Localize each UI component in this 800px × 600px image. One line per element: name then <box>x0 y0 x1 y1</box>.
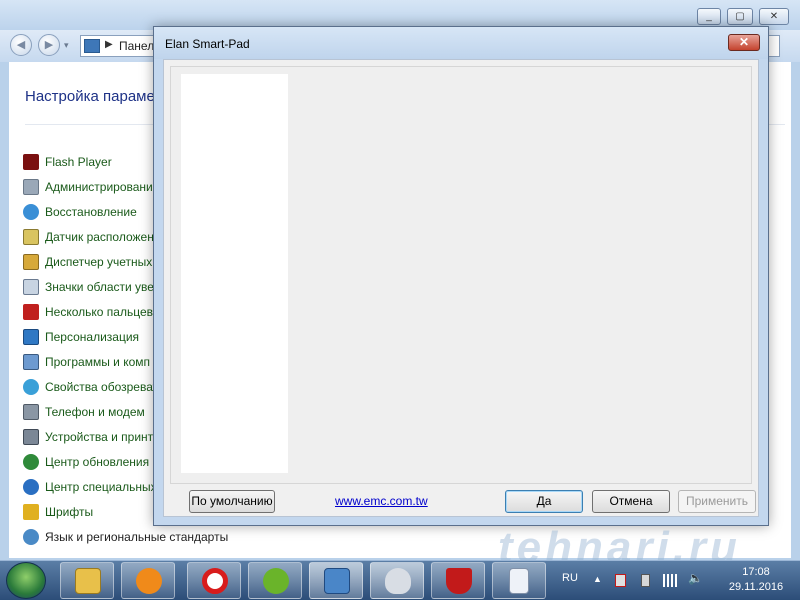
settings-panel <box>170 66 752 484</box>
defaults-button[interactable]: По умолчанию <box>189 490 275 513</box>
folder-icon <box>75 568 101 594</box>
cp-item-devices-printers[interactable]: Устройства и принт <box>23 427 153 447</box>
multi-finger-icon <box>23 304 39 320</box>
fonts-icon <box>23 504 39 520</box>
page-title: Настройка параме <box>25 88 155 105</box>
taskbar-media-player[interactable] <box>121 562 175 599</box>
forward-icon[interactable]: ▶ <box>38 34 60 56</box>
cp-item-notification-icons[interactable]: Значки области уве <box>23 277 154 297</box>
minimize-button[interactable]: _ <box>697 8 721 25</box>
notification-icons-icon <box>23 279 39 295</box>
dialog-close-button[interactable]: ✕ <box>728 34 760 51</box>
recent-pages-icon[interactable]: ▾ <box>64 40 74 50</box>
opera-icon <box>202 568 228 594</box>
windows-update-icon <box>23 454 39 470</box>
cancel-button[interactable]: Отмена <box>592 490 670 513</box>
utorrent-icon <box>263 568 289 594</box>
language-indicator[interactable]: RU <box>562 572 578 584</box>
maximize-button[interactable]: ▢ <box>727 8 753 25</box>
wifi-signal-icon[interactable] <box>663 574 677 587</box>
action-center-icon[interactable] <box>615 574 626 587</box>
cp-item-flash-player[interactable]: Flash Player <box>23 152 112 172</box>
clock-time: 17:08 <box>742 566 770 578</box>
media-player-icon <box>136 568 162 594</box>
taskbar-control-panel[interactable] <box>309 562 363 599</box>
cp-item-programs-features[interactable]: Программы и комп <box>23 352 150 372</box>
cp-item-internet-options[interactable]: Свойства обозреват <box>23 377 158 397</box>
taskbar-mouse-settings[interactable] <box>370 562 424 599</box>
phone-modem-icon <box>23 404 39 420</box>
breadcrumb-chevron-icon: ▶ <box>105 39 113 50</box>
personalization-icon <box>23 329 39 345</box>
cp-item-ease-of-access[interactable]: Центр специальных <box>23 477 157 497</box>
region-language-icon <box>23 529 39 545</box>
close-icon: ✕ <box>738 35 750 49</box>
taskbar-explorer[interactable] <box>60 562 114 599</box>
battery-icon[interactable] <box>641 574 650 587</box>
cp-item-phone-modem[interactable]: Телефон и модем <box>23 402 145 422</box>
mcafee-icon <box>446 568 472 594</box>
mouse-icon <box>385 568 411 594</box>
cp-item-location-sensor[interactable]: Датчик расположен <box>23 227 154 247</box>
address-text: Панел <box>119 39 155 53</box>
elan-smartpad-dialog: Elan Smart-Pad ✕ По умолчанию www.emc.co… <box>153 26 769 526</box>
back-icon[interactable]: ◀ <box>10 34 32 56</box>
flash-player-icon <box>23 154 39 170</box>
document-icon <box>509 568 529 594</box>
emc-website-link[interactable]: www.emc.com.tw <box>335 494 428 508</box>
cp-item-windows-update[interactable]: Центр обновления <box>23 452 149 472</box>
show-hidden-icons-icon[interactable]: ▲ <box>593 574 604 587</box>
devices-printers-icon <box>23 429 39 445</box>
taskbar-document[interactable] <box>492 562 546 599</box>
ease-of-access-icon <box>23 479 39 495</box>
cp-item-fonts[interactable]: Шрифты <box>23 502 93 522</box>
dialog-body: По умолчанию www.emc.com.tw Да Отмена Пр… <box>163 59 759 517</box>
dialog-title: Elan Smart-Pad <box>165 37 250 51</box>
close-button[interactable]: ✕ <box>759 8 789 25</box>
recovery-icon <box>23 204 39 220</box>
control-panel-icon <box>84 39 100 53</box>
start-button[interactable] <box>6 562 46 599</box>
clock[interactable]: 17:08 29.11.2016 <box>718 565 794 595</box>
internet-options-icon <box>23 379 39 395</box>
programs-features-icon <box>23 354 39 370</box>
admin-tools-icon <box>23 179 39 195</box>
ok-button[interactable]: Да <box>505 490 583 513</box>
cp-item-recovery[interactable]: Восстановление <box>23 202 137 222</box>
cp-item-region-language[interactable]: Язык и региональные стандарты <box>23 527 228 547</box>
cp-item-administration[interactable]: Администрировани <box>23 177 153 197</box>
dialog-titlebar[interactable]: Elan Smart-Pad ✕ <box>154 27 768 59</box>
cp-item-credential-manager[interactable]: Диспетчер учетных <box>23 252 152 272</box>
credential-manager-icon <box>23 254 39 270</box>
apply-button[interactable]: Применить <box>678 490 756 513</box>
location-sensor-icon <box>23 229 39 245</box>
volume-icon[interactable]: 🔈 <box>688 571 703 585</box>
cp-item-personalization[interactable]: Персонализация <box>23 327 139 347</box>
control-panel-icon <box>324 568 350 594</box>
taskbar-utorrent[interactable] <box>248 562 302 599</box>
taskbar-opera[interactable] <box>187 562 241 599</box>
taskbar: RU ▲ 🔈 17:08 29.11.2016 <box>0 560 800 600</box>
clock-date: 29.11.2016 <box>728 581 784 593</box>
cp-item-multi-finger[interactable]: Несколько пальцев <box>23 302 153 322</box>
settings-list[interactable] <box>181 74 288 473</box>
taskbar-mcafee[interactable] <box>431 562 485 599</box>
